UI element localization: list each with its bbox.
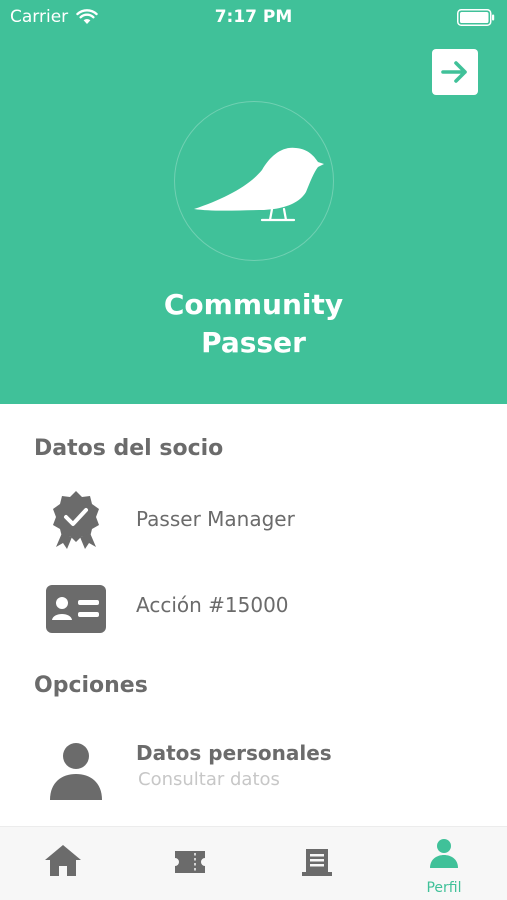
option-personal-data-label: Datos personales (136, 741, 332, 765)
tab-receipts[interactable] (254, 827, 380, 900)
badge-check-icon (44, 487, 108, 551)
user-icon (44, 738, 108, 802)
tab-profile[interactable]: Perfil (381, 827, 507, 900)
id-card-icon (44, 577, 108, 641)
battery-icon (457, 9, 495, 26)
role-label: Passer Manager (136, 507, 295, 531)
community-name-line-2: Passer (201, 326, 306, 359)
home-icon (45, 845, 81, 876)
profile-icon (430, 839, 458, 868)
share-number-label: Acción #15000 (136, 593, 289, 617)
tab-profile-label: Perfil (426, 880, 462, 896)
status-bar: Carrier 7:17 PM (0, 0, 507, 36)
arrow-right-icon (441, 61, 467, 83)
options-section-title: Opciones (34, 673, 148, 698)
ticket-icon (175, 851, 205, 873)
member-data-section-title: Datos del socio (34, 436, 224, 461)
community-name-line-1: Community (163, 288, 344, 321)
community-name: Community Passer (0, 286, 507, 362)
option-personal-data-sublabel: Consultar datos (138, 769, 280, 790)
receipt-icon (302, 849, 332, 876)
member-data-item-share: Acción #15000 (0, 572, 507, 642)
tab-tickets[interactable] (127, 827, 253, 900)
community-avatar (174, 101, 334, 261)
logout-button[interactable] (432, 49, 478, 95)
clock: 7:17 PM (214, 7, 293, 27)
option-personal-data[interactable]: Datos personales Consultar datos (0, 733, 507, 803)
tab-home[interactable] (0, 827, 126, 900)
bird-icon (194, 147, 324, 222)
tab-bar: Perfil (0, 826, 507, 900)
member-data-item-role: Passer Manager (0, 482, 507, 552)
profile-header: Carrier 7:17 PM Community Passer (0, 0, 507, 404)
